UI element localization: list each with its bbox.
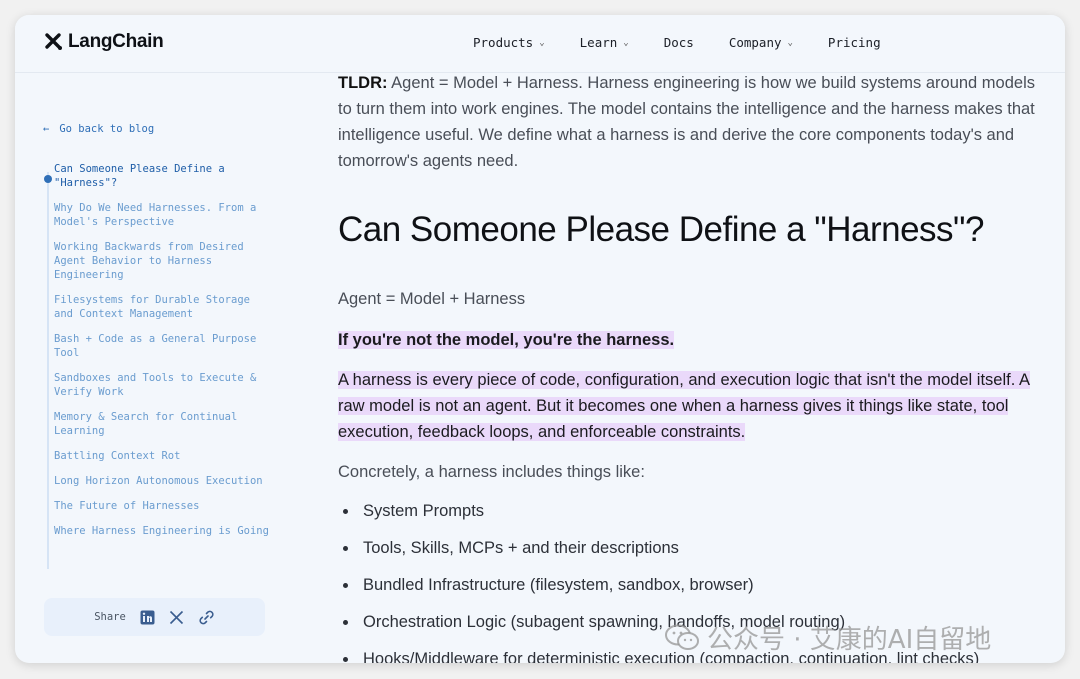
share-bar: Share xyxy=(44,598,265,636)
nav-label: Products xyxy=(473,35,534,50)
toc-item[interactable]: Where Harness Engineering is Going xyxy=(39,524,269,538)
back-label: Go back to blog xyxy=(59,123,155,135)
site-header: LangChain Products ⌄ Learn ⌄ Docs Compan… xyxy=(15,15,1065,73)
x-icon[interactable] xyxy=(169,610,184,625)
highlight-para-text: A harness is every piece of code, config… xyxy=(338,371,1030,441)
chevron-down-icon: ⌄ xyxy=(623,37,629,48)
wechat-icon xyxy=(665,624,699,650)
list-item: System Prompts xyxy=(338,498,979,524)
nav-label: Learn xyxy=(579,35,618,50)
nav-label: Pricing xyxy=(827,35,881,50)
highlighted-paragraph: A harness is every piece of code, config… xyxy=(338,367,1038,445)
back-to-blog-link[interactable]: ← Go back to blog xyxy=(43,123,154,135)
toc-item[interactable]: Memory & Search for Continual Learning xyxy=(39,410,269,438)
share-label: Share xyxy=(94,611,126,623)
nav-label: Company xyxy=(728,35,782,50)
tldr-text: Agent = Model + Harness. Harness enginee… xyxy=(338,74,1035,170)
nav-learn[interactable]: Learn ⌄ xyxy=(580,35,629,50)
langchain-logo[interactable]: LangChain xyxy=(44,31,164,53)
toc-item[interactable]: Sandboxes and Tools to Execute & Verify … xyxy=(39,371,269,399)
toc-item[interactable]: Can Someone Please Define a "Harness"? xyxy=(39,162,269,190)
list-item: Tools, Skills, MCPs + and their descript… xyxy=(338,535,979,561)
sidebar: ← Go back to blog Can Someone Please Def… xyxy=(15,73,285,663)
tldr-label: TLDR: xyxy=(338,74,388,92)
wechat-watermark: 公众号 · 艾康的AI自留地 xyxy=(665,619,991,656)
nav-label: Docs xyxy=(663,35,694,50)
link-icon[interactable] xyxy=(198,609,215,626)
toc-item[interactable]: Working Backwards from Desired Agent Beh… xyxy=(39,240,269,282)
chevron-down-icon: ⌄ xyxy=(787,37,793,48)
toc-item[interactable]: Filesystems for Durable Storage and Cont… xyxy=(39,293,269,321)
toc-item[interactable]: Long Horizon Autonomous Execution xyxy=(39,474,269,488)
highlight-bold-text: If you're not the model, you're the harn… xyxy=(338,331,675,349)
toc-item[interactable]: The Future of Harnesses xyxy=(39,499,269,513)
nav-pricing[interactable]: Pricing xyxy=(828,35,881,50)
toc-item[interactable]: Battling Context Rot xyxy=(39,449,269,463)
intro-paragraph: Concretely, a harness includes things li… xyxy=(338,463,645,481)
nav-docs[interactable]: Docs xyxy=(664,35,694,50)
highlighted-statement: If you're not the model, you're the harn… xyxy=(338,327,675,353)
nav-products[interactable]: Products ⌄ xyxy=(473,35,545,50)
langchain-logo-icon xyxy=(45,33,62,50)
arrow-left-icon: ← xyxy=(43,123,50,135)
logo-text: LangChain xyxy=(68,31,164,52)
chevron-down-icon: ⌄ xyxy=(539,37,545,48)
toc-item[interactable]: Why Do We Need Harnesses. From a Model's… xyxy=(39,201,269,229)
equation-text: Agent = Model + Harness xyxy=(338,290,526,308)
browser-frame: LangChain Products ⌄ Learn ⌄ Docs Compan… xyxy=(15,15,1065,663)
article-heading: Can Someone Please Define a "Harness"? xyxy=(338,210,984,249)
watermark-text: 公众号 · 艾康的AI自留地 xyxy=(707,625,992,655)
tldr-paragraph: TLDR: Agent = Model + Harness. Harness e… xyxy=(338,70,1038,174)
toc-item[interactable]: Bash + Code as a General Purpose Tool xyxy=(39,332,269,360)
table-of-contents: Can Someone Please Define a "Harness"? W… xyxy=(39,162,269,569)
linkedin-icon[interactable] xyxy=(140,610,155,625)
list-item: Bundled Infrastructure (filesystem, sand… xyxy=(338,572,979,598)
main-nav: Products ⌄ Learn ⌄ Docs Company ⌄ Pricin… xyxy=(473,35,916,50)
nav-company[interactable]: Company ⌄ xyxy=(729,35,793,50)
